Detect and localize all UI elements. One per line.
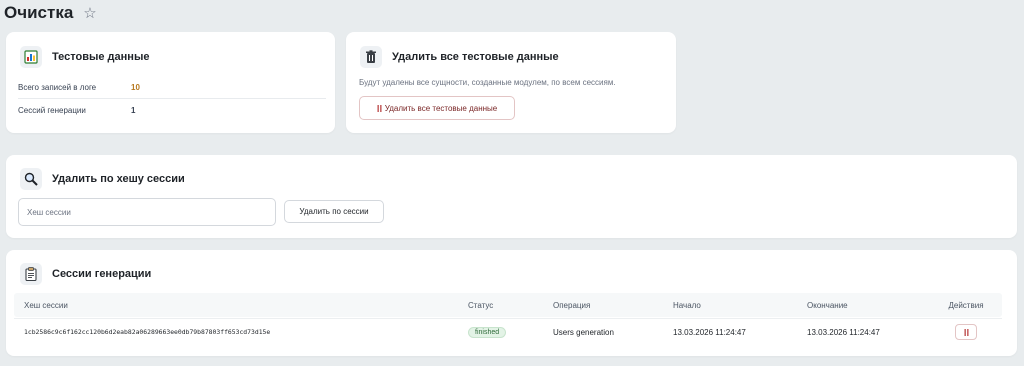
sessions-table-header: Хеш сессии Статус Операция Начало Оконча… bbox=[14, 293, 1002, 317]
end-cell: 13.03.2026 11:24:47 bbox=[807, 327, 880, 337]
column-header-start: Начало bbox=[673, 300, 701, 310]
search-icon bbox=[20, 168, 42, 190]
delete-icon bbox=[964, 328, 968, 336]
column-header-actions: Действия bbox=[948, 300, 984, 310]
start-cell: 13.03.2026 11:24:47 bbox=[673, 327, 746, 337]
session-hash-input[interactable] bbox=[18, 198, 276, 226]
operation-cell: Users generation bbox=[553, 327, 614, 337]
test-data-title: Тестовые данные bbox=[52, 51, 150, 63]
trash-icon bbox=[360, 46, 382, 68]
table-row: 1cb2586c9c6f162cc120b6d2eab82a06289663ee… bbox=[14, 318, 1002, 345]
status-badge: finished bbox=[468, 326, 507, 338]
delete-session-button[interactable] bbox=[955, 324, 977, 340]
delete-by-session-button[interactable]: Удалить по сессии bbox=[284, 200, 384, 223]
page-header: Очистка ☆ bbox=[4, 2, 97, 24]
delete-all-button[interactable]: Удалить все тестовые данные bbox=[359, 96, 515, 120]
actions-cell bbox=[951, 319, 981, 345]
stat-value: 1 bbox=[131, 105, 136, 115]
stat-row-sessions: Сессий генерации 1 bbox=[18, 99, 326, 121]
delete-all-card-header: Удалить все тестовые данные bbox=[360, 46, 559, 68]
delete-by-hash-title: Удалить по хешу сессии bbox=[52, 173, 185, 185]
clipboard-icon bbox=[20, 263, 42, 285]
delete-all-description: Будут удалены все сущности, созданные мо… bbox=[359, 78, 616, 87]
test-data-card-header: Тестовые данные bbox=[20, 46, 149, 68]
column-header-operation: Операция bbox=[553, 300, 591, 310]
delete-by-hash-header: Удалить по хешу сессии bbox=[20, 168, 185, 190]
column-header-end: Окончание bbox=[807, 300, 848, 310]
session-hash-cell: 1cb2586c9c6f162cc120b6d2eab82a06289663ee… bbox=[24, 328, 271, 336]
delete-icon bbox=[377, 104, 382, 112]
column-header-hash: Хеш сессии bbox=[24, 300, 68, 310]
page-title: Очистка bbox=[4, 3, 74, 22]
status-cell: finished bbox=[468, 319, 507, 345]
column-header-status: Статус bbox=[468, 300, 494, 310]
bar-chart-icon bbox=[20, 46, 42, 68]
delete-all-card: Удалить все тестовые данные Будут удален… bbox=[346, 32, 676, 133]
stat-row-log-entries: Всего записей в логе 10 bbox=[18, 76, 326, 98]
delete-all-button-label: Удалить все тестовые данные bbox=[384, 103, 498, 113]
sessions-card: Сессии генерации Хеш сессии Статус Опера… bbox=[6, 250, 1017, 356]
stat-label: Всего записей в логе bbox=[18, 82, 97, 92]
sessions-header: Сессии генерации bbox=[20, 263, 151, 285]
test-data-card: Тестовые данные Всего записей в логе 10 … bbox=[6, 32, 335, 133]
delete-by-session-button-label: Удалить по сессии bbox=[299, 207, 369, 216]
stat-label: Сессий генерации bbox=[18, 105, 86, 115]
delete-all-title: Удалить все тестовые данные bbox=[392, 51, 559, 63]
delete-by-hash-card: Удалить по хешу сессии Удалить по сессии bbox=[6, 155, 1017, 238]
sessions-title: Сессии генерации bbox=[52, 268, 152, 280]
star-icon[interactable]: ☆ bbox=[83, 6, 96, 21]
stat-value: 10 bbox=[131, 82, 140, 92]
